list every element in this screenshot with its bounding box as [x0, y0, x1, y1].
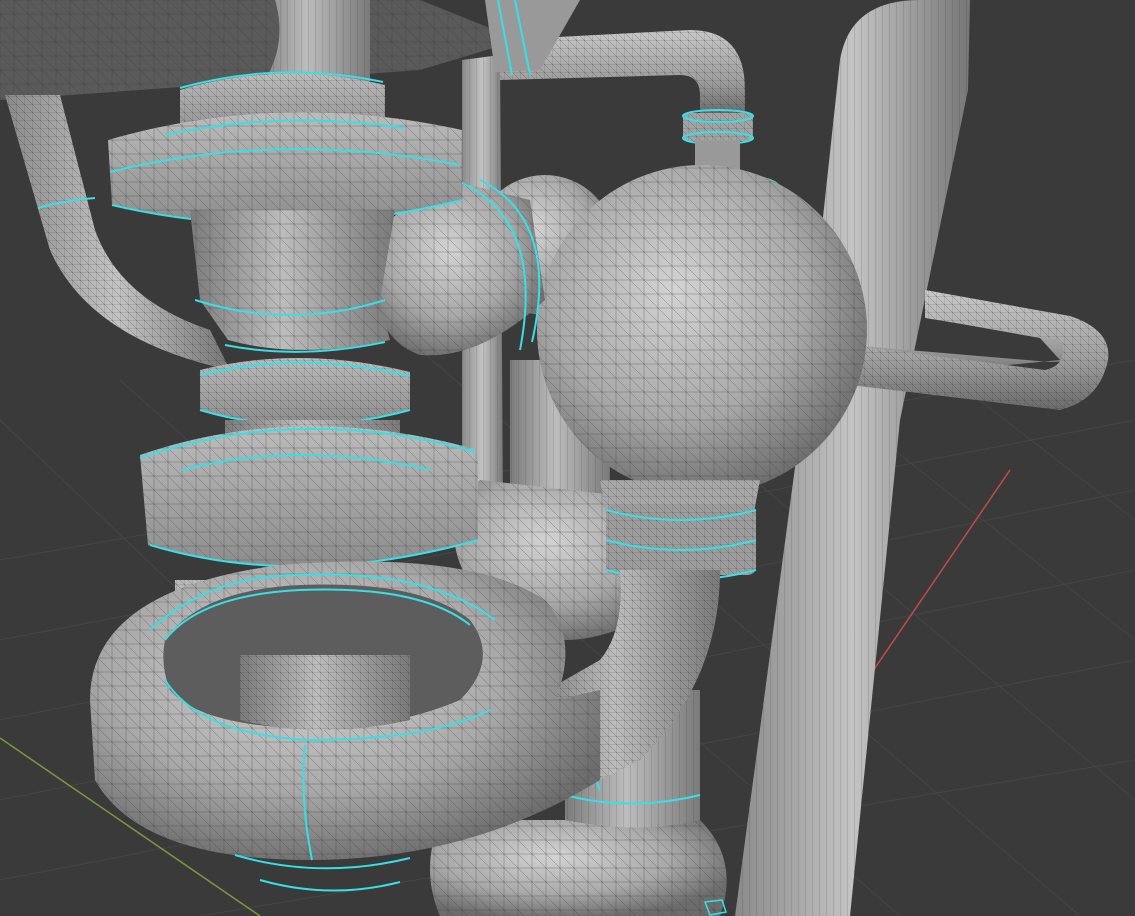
3d-viewport[interactable]	[0, 0, 1135, 916]
sphere-neck-ring[interactable]	[600, 480, 760, 581]
sphere-vessel[interactable]	[537, 165, 867, 495]
viewport-canvas[interactable]	[0, 0, 1135, 916]
